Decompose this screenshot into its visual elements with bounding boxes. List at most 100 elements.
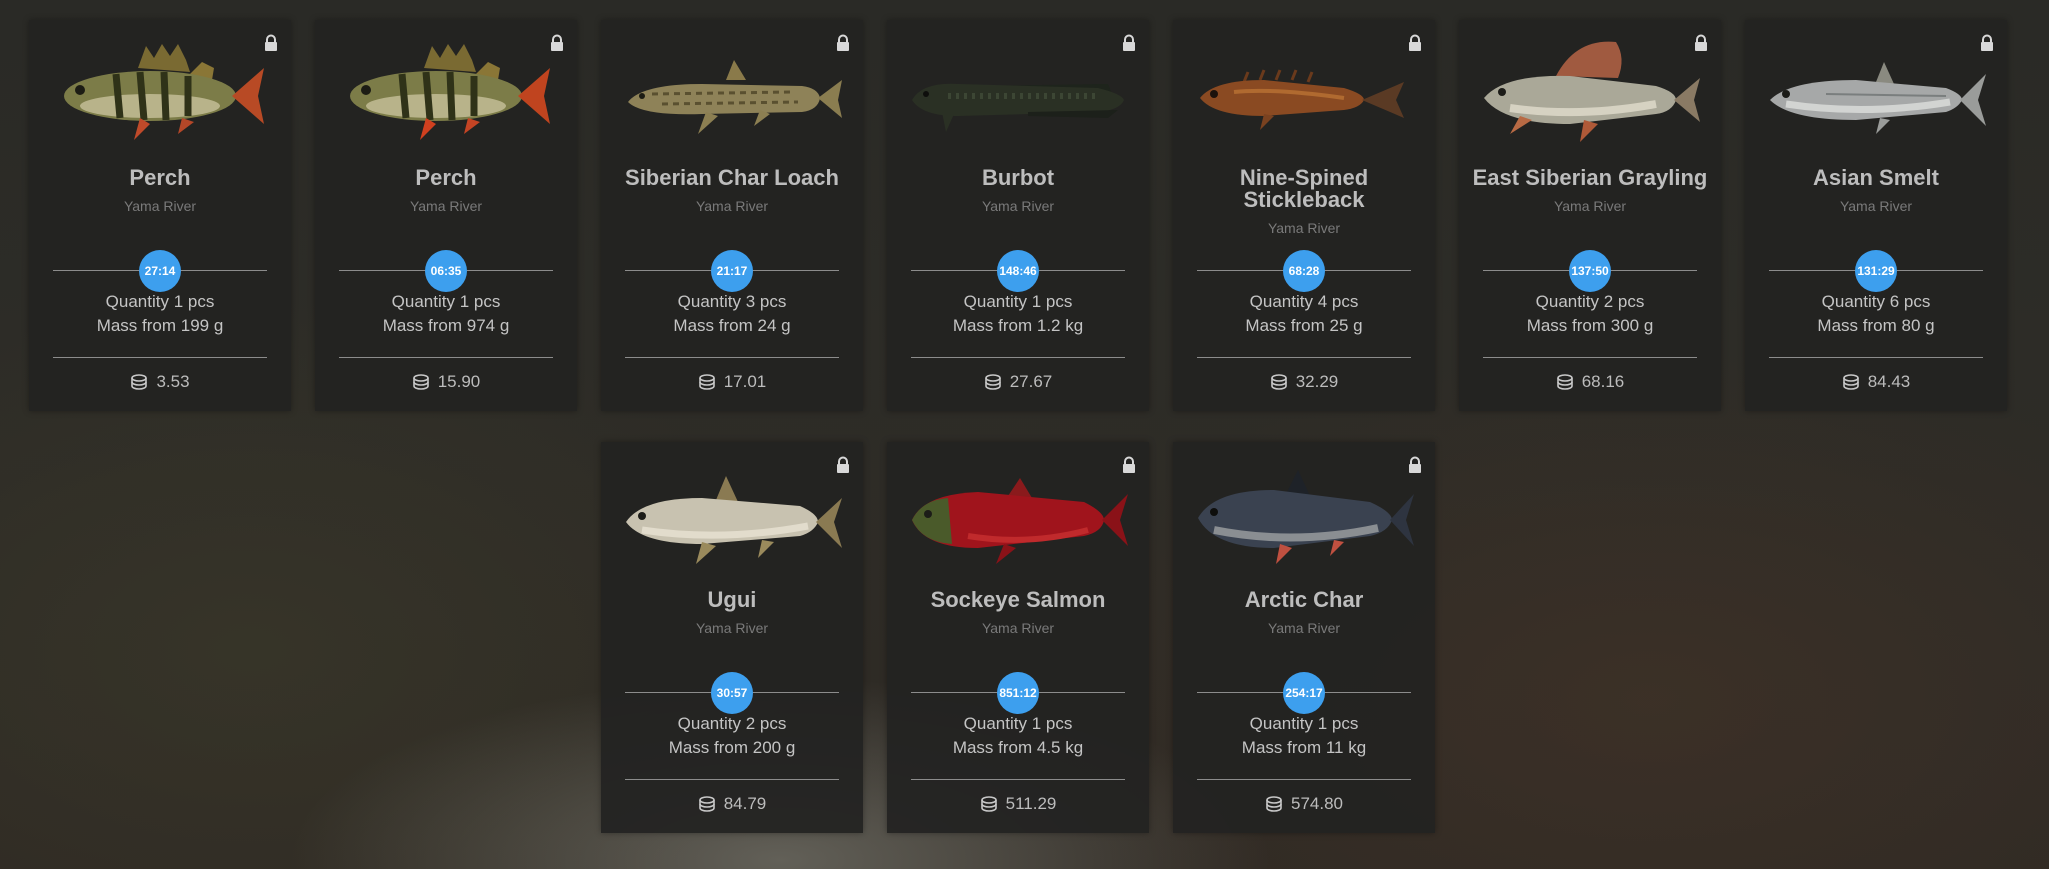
divider bbox=[625, 357, 839, 358]
divider bbox=[911, 357, 1125, 358]
arctic-char-fish-icon bbox=[1198, 470, 1414, 564]
divider bbox=[1197, 779, 1411, 780]
perch-fish-icon bbox=[64, 44, 264, 140]
mass-text: Mass from 974 g bbox=[382, 316, 510, 335]
timer-badge: 27:14 bbox=[139, 250, 181, 292]
fish-location: Yama River bbox=[695, 620, 769, 636]
timer-badge: 131:29 bbox=[1855, 250, 1897, 292]
divider bbox=[1197, 357, 1411, 358]
mass-text: Mass from 4.5 kg bbox=[952, 738, 1084, 757]
quantity-text: Quantity 4 pcs bbox=[1249, 292, 1359, 311]
smelt-fish-icon bbox=[1770, 62, 1986, 134]
stickleback-fish-icon bbox=[1200, 69, 1404, 130]
timer-badge: 68:28 bbox=[1283, 250, 1325, 292]
price-value: 17.01 bbox=[723, 372, 767, 391]
burbot-fish-icon bbox=[912, 83, 1124, 132]
quantity-text: Quantity 1 pcs bbox=[963, 292, 1073, 311]
reward-price: 511.29 bbox=[895, 794, 1141, 814]
quantity-text: Quantity 3 pcs bbox=[677, 292, 787, 311]
reward-price: 27.67 bbox=[895, 372, 1141, 392]
coins-icon bbox=[980, 796, 997, 812]
price-value: 84.79 bbox=[723, 794, 767, 813]
fish-location: Yama River bbox=[1267, 220, 1341, 236]
reward-price: 3.53 bbox=[37, 372, 283, 392]
fish-name: Siberian Char Loach bbox=[625, 165, 839, 190]
ugui-fish-icon bbox=[626, 476, 842, 564]
mass-text: Mass from 1.2 kg bbox=[952, 316, 1084, 335]
mass-text: Mass from 24 g bbox=[673, 316, 791, 335]
fish-name: Burbot bbox=[981, 165, 1055, 190]
timer-badge: 06:35 bbox=[425, 250, 467, 292]
coins-icon bbox=[1270, 374, 1287, 390]
coins-icon bbox=[131, 374, 148, 390]
reward-price: 15.90 bbox=[323, 372, 569, 392]
price-value: 32.29 bbox=[1295, 372, 1339, 391]
fish-location: Yama River bbox=[409, 198, 483, 214]
mass-text: Mass from 80 g bbox=[1817, 316, 1935, 335]
price-value: 27.67 bbox=[1009, 372, 1053, 391]
mass-text: Mass from 300 g bbox=[1526, 316, 1654, 335]
mass-text: Mass from 200 g bbox=[668, 738, 796, 757]
fish-card-nine-spined-stickleback[interactable]: Nine-Spined Stickleback Yama River 68:28… bbox=[1173, 20, 1435, 411]
price-value: 84.43 bbox=[1867, 372, 1911, 391]
loach-fish-icon bbox=[628, 60, 842, 134]
reward-price: 574.80 bbox=[1181, 794, 1427, 814]
quantity-text: Quantity 1 pcs bbox=[105, 292, 215, 311]
fish-location: Yama River bbox=[1267, 620, 1341, 636]
fish-name: Nine-Spined Stickleback bbox=[1239, 165, 1369, 212]
fish-location: Yama River bbox=[123, 198, 197, 214]
fish-location: Yama River bbox=[1553, 198, 1627, 214]
fish-card-ugui[interactable]: Ugui Yama River 30:57 Quantity 2 pcs Mas… bbox=[601, 442, 863, 833]
mass-text: Mass from 25 g bbox=[1245, 316, 1363, 335]
fish-card-perch[interactable]: Perch Yama River 27:14 Quantity 1 pcs Ma… bbox=[29, 20, 291, 411]
fish-location: Yama River bbox=[981, 620, 1055, 636]
fish-card-burbot[interactable]: Burbot Yama River 148:46 Quantity 1 pcs … bbox=[887, 20, 1149, 411]
reward-price: 84.79 bbox=[609, 794, 855, 814]
fish-card-east-siberian-grayling[interactable]: East Siberian Grayling Yama River 137:50… bbox=[1459, 20, 1721, 411]
coins-icon bbox=[1266, 796, 1282, 812]
timer-badge: 137:50 bbox=[1569, 250, 1611, 292]
divider bbox=[1769, 357, 1983, 358]
divider bbox=[339, 357, 553, 358]
sockeye-salmon-fish-icon bbox=[912, 478, 1128, 564]
coins-icon bbox=[1842, 374, 1859, 390]
price-value: 68.16 bbox=[1581, 372, 1625, 391]
fish-card-perch-2[interactable]: Perch Yama River 06:35 Quantity 1 pcs Ma… bbox=[315, 20, 577, 411]
divider bbox=[911, 779, 1125, 780]
price-value: 511.29 bbox=[1005, 794, 1057, 813]
fish-card-asian-smelt[interactable]: Asian Smelt Yama River 131:29 Quantity 6… bbox=[1745, 20, 2007, 411]
mass-text: Mass from 199 g bbox=[96, 316, 224, 335]
fish-card-arctic-char[interactable]: Arctic Char Yama River 254:17 Quantity 1… bbox=[1173, 442, 1435, 833]
timer-badge: 148:46 bbox=[997, 250, 1039, 292]
price-value: 574.80 bbox=[1291, 794, 1343, 813]
fish-name: East Siberian Grayling bbox=[1472, 165, 1708, 190]
fish-location: Yama River bbox=[695, 198, 769, 214]
coins-icon bbox=[1556, 374, 1573, 390]
fish-card-siberian-char-loach[interactable]: Siberian Char Loach Yama River 21:17 Qua… bbox=[601, 20, 863, 411]
mass-text: Mass from 11 kg bbox=[1241, 738, 1367, 757]
coins-icon bbox=[412, 374, 429, 390]
quantity-text: Quantity 2 pcs bbox=[1535, 292, 1645, 311]
reward-price: 84.43 bbox=[1753, 372, 1999, 392]
divider bbox=[53, 357, 267, 358]
reward-price: 68.16 bbox=[1467, 372, 1713, 392]
quantity-text: Quantity 1 pcs bbox=[963, 714, 1073, 733]
reward-price: 32.29 bbox=[1181, 372, 1427, 392]
fish-name: Arctic Char bbox=[1244, 587, 1364, 612]
timer-badge: 21:17 bbox=[711, 250, 753, 292]
timer-badge: 30:57 bbox=[711, 672, 753, 714]
fish-name: Asian Smelt bbox=[1813, 165, 1939, 190]
coins-icon bbox=[698, 374, 715, 390]
fish-location: Yama River bbox=[981, 198, 1055, 214]
divider bbox=[625, 779, 839, 780]
quantity-text: Quantity 2 pcs bbox=[677, 714, 787, 733]
fish-name: Perch bbox=[415, 165, 477, 190]
fish-card-sockeye-salmon[interactable]: Sockeye Salmon Yama River 851:12 Quantit… bbox=[887, 442, 1149, 833]
coins-icon bbox=[698, 796, 715, 812]
fish-name: Ugui bbox=[707, 587, 757, 612]
quantity-text: Quantity 1 pcs bbox=[391, 292, 501, 311]
quantity-text: Quantity 6 pcs bbox=[1821, 292, 1931, 311]
fish-card-grid: Perch Yama River 27:14 Quantity 1 pcs Ma… bbox=[0, 0, 2049, 869]
timer-badge: 254:17 bbox=[1283, 672, 1325, 714]
coins-icon bbox=[984, 374, 1001, 390]
